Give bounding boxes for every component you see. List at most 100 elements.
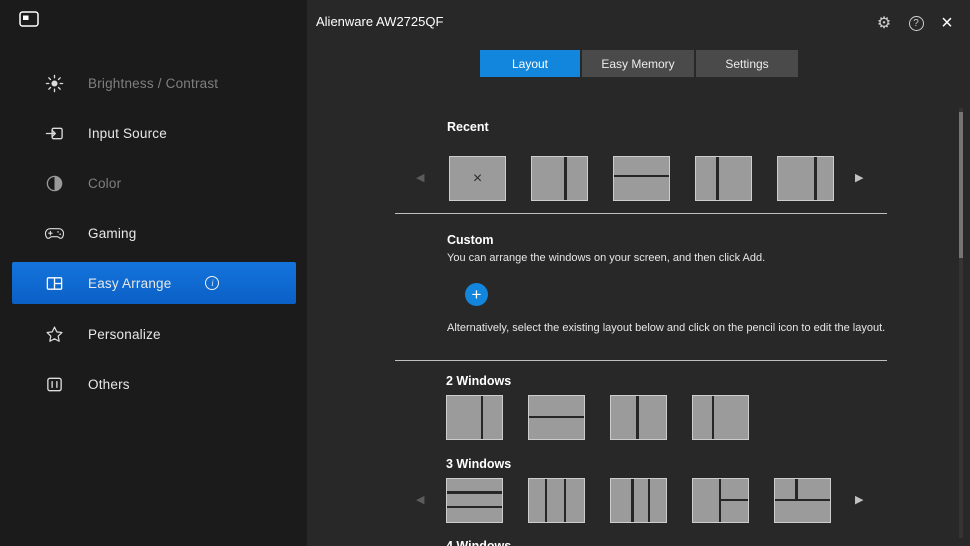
layout-pane	[693, 396, 713, 439]
three-windows-next-arrow-icon[interactable]: ▶	[855, 494, 863, 506]
easy-arrange-icon	[43, 272, 65, 294]
sidebar-item-label: Easy Arrange	[88, 275, 172, 291]
sidebar-item-gaming[interactable]: Gaming	[12, 212, 296, 254]
layout-pane	[447, 479, 502, 492]
layout-pane	[565, 479, 584, 522]
layout-pane	[532, 157, 565, 200]
gamepad-icon	[43, 222, 65, 244]
section-divider	[395, 360, 887, 361]
sidebar: Brightness / Contrast Input Source Color	[0, 0, 307, 546]
layout-thumbnail[interactable]	[610, 395, 667, 440]
layout-pane	[614, 177, 669, 200]
layout-pane	[614, 157, 669, 176]
section-divider	[395, 213, 887, 214]
layout-thumbnail[interactable]	[695, 156, 752, 201]
sidebar-item-label: Input Source	[88, 125, 167, 141]
layout-pane	[775, 501, 830, 522]
layout-pane	[775, 479, 796, 500]
three-windows-prev-arrow-icon[interactable]: ◀	[416, 494, 424, 506]
sidebar-item-others[interactable]: Others	[12, 363, 296, 405]
layout-pane	[638, 396, 666, 439]
layout-thumbnail[interactable]	[610, 478, 667, 523]
layout-pane	[797, 479, 830, 500]
recent-next-arrow-icon[interactable]: ▶	[855, 172, 863, 184]
sidebar-item-label: Gaming	[88, 225, 137, 241]
layout-pane	[529, 479, 545, 522]
layout-pane	[547, 479, 564, 522]
layout-pane	[778, 157, 815, 200]
layout-pane	[816, 157, 833, 200]
layout-pane	[447, 396, 481, 439]
sidebar-item-label: Color	[88, 175, 122, 191]
no-layout-x-icon: ×	[472, 169, 483, 187]
layout-pane	[696, 157, 717, 200]
brightness-icon	[43, 72, 65, 94]
layout-thumbnail[interactable]	[528, 478, 585, 523]
layout-pane	[721, 479, 748, 500]
sidebar-item-personalize[interactable]: Personalize	[12, 313, 296, 355]
layout-pane	[566, 157, 587, 200]
layout-pane	[721, 501, 748, 522]
layout-pane	[529, 396, 584, 416]
layout-thumbnail[interactable]: ×	[449, 156, 506, 201]
layout-thumbnail[interactable]	[528, 395, 585, 440]
layout-pane	[529, 417, 584, 439]
custom-instruction-edit: Alternatively, select the existing layou…	[447, 322, 886, 334]
gear-icon: ⚙	[876, 15, 892, 32]
layout-thumbnail[interactable]	[777, 156, 834, 201]
layout-thumbnail[interactable]	[446, 395, 503, 440]
layout-thumbnail[interactable]	[446, 478, 503, 523]
color-icon	[43, 172, 65, 194]
tab-easy-memory[interactable]: Easy Memory	[582, 50, 694, 77]
layout-pane	[482, 396, 502, 439]
layout-thumbnail[interactable]	[531, 156, 588, 201]
layout-thumbnail[interactable]	[613, 156, 670, 201]
sidebar-item-label: Brightness / Contrast	[88, 75, 219, 91]
section-title-3-windows: 3 Windows	[446, 457, 512, 471]
page-title: Alienware AW2725QF	[316, 14, 444, 29]
tab-layout[interactable]: Layout	[480, 50, 580, 77]
app-logo-icon	[18, 8, 40, 30]
layout-pane	[447, 508, 502, 522]
settings-gear-button[interactable]: ⚙	[872, 11, 896, 35]
input-source-icon	[43, 122, 65, 144]
tab-settings[interactable]: Settings	[696, 50, 798, 77]
section-title-custom: Custom	[447, 233, 494, 247]
close-icon: ×	[941, 11, 953, 34]
recent-prev-arrow-icon[interactable]: ◀	[416, 172, 424, 184]
layout-pane	[447, 493, 502, 507]
two-windows-layouts-row	[446, 395, 749, 440]
custom-instruction-add: You can arrange the windows on your scre…	[447, 252, 766, 264]
layout-thumbnail[interactable]	[692, 395, 749, 440]
layout-thumbnail[interactable]	[774, 478, 831, 523]
layout-pane	[611, 479, 632, 522]
help-button[interactable]: ?	[904, 11, 928, 35]
help-icon: ?	[908, 15, 924, 31]
section-title-recent: Recent	[447, 120, 489, 134]
sidebar-item-color[interactable]: Color	[12, 162, 296, 204]
layout-pane	[714, 396, 748, 439]
scrollbar-thumb[interactable]	[959, 112, 963, 258]
others-icon	[43, 373, 65, 395]
plus-icon: +	[471, 285, 482, 304]
section-title-4-windows: 4 Windows	[446, 539, 512, 546]
easy-arrange-info-icon[interactable]: i	[205, 276, 220, 290]
layout-pane	[718, 157, 751, 200]
layout-pane	[650, 479, 666, 522]
layout-pane	[693, 479, 719, 522]
scrollbar-track[interactable]	[959, 108, 963, 538]
three-windows-layouts-row	[446, 478, 831, 523]
sidebar-item-label: Others	[88, 376, 130, 392]
sidebar-item-input-source[interactable]: Input Source	[12, 112, 296, 154]
sidebar-item-brightness-contrast[interactable]: Brightness / Contrast	[12, 62, 296, 104]
sidebar-item-easy-arrange[interactable]: Easy Arrange i	[12, 262, 296, 304]
main-tabs: Layout Easy Memory Settings	[480, 50, 798, 77]
add-layout-button[interactable]: +	[465, 283, 488, 306]
app-window: Brightness / Contrast Input Source Color	[0, 0, 970, 546]
section-title-2-windows: 2 Windows	[446, 374, 512, 388]
layout-thumbnail[interactable]	[692, 478, 749, 523]
layout-pane	[611, 396, 637, 439]
close-button[interactable]: ×	[935, 11, 959, 35]
recent-layouts-row: ×	[449, 156, 834, 201]
sidebar-item-label: Personalize	[88, 326, 161, 342]
